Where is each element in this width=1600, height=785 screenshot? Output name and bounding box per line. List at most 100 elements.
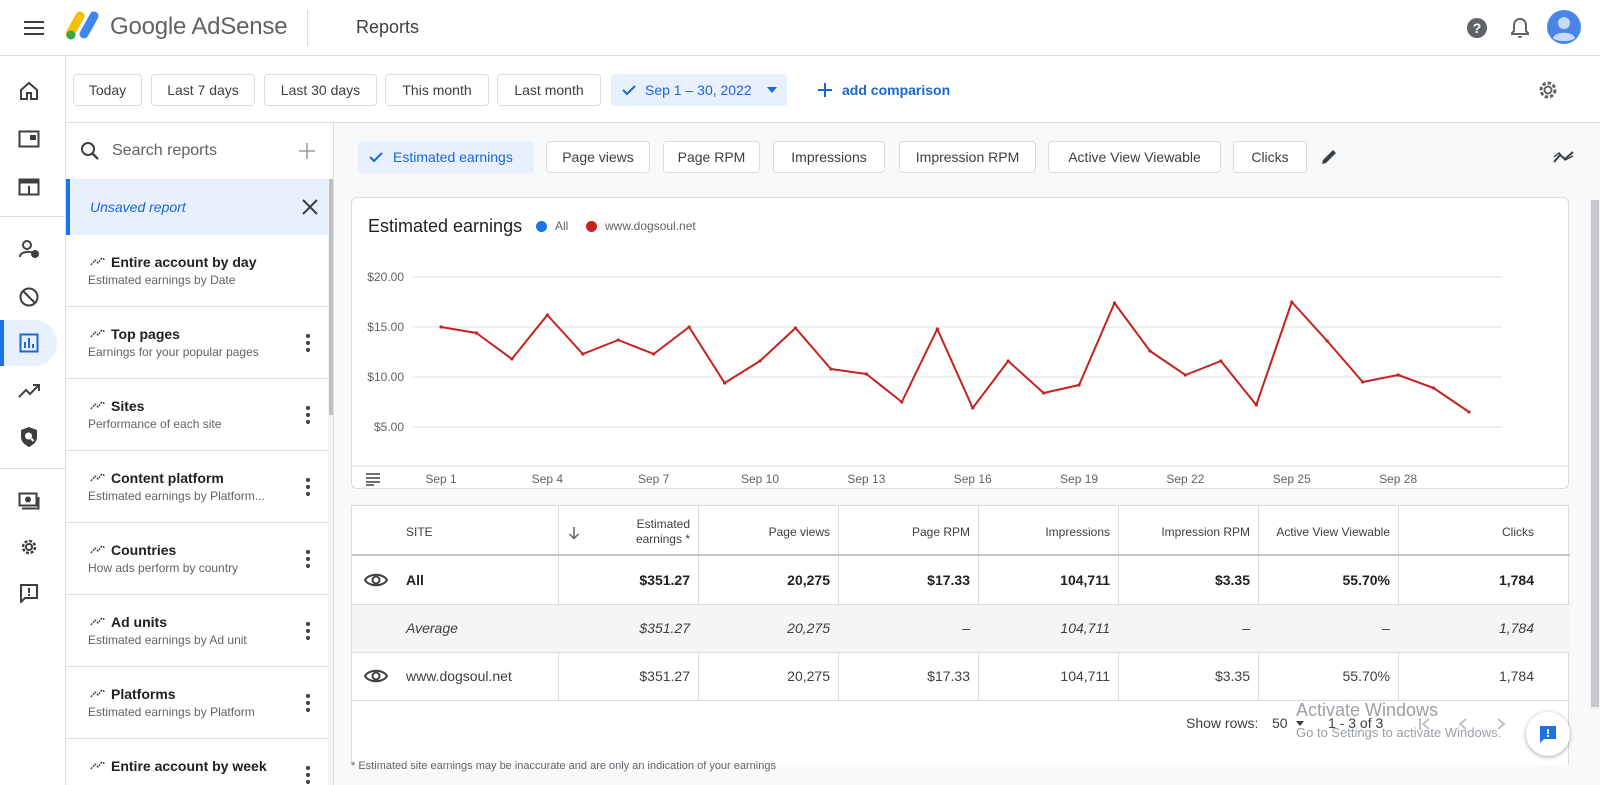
header-divider <box>307 10 308 46</box>
more-vert-icon[interactable] <box>302 477 314 497</box>
date-chip-last-7-days[interactable]: Last 7 days <box>151 74 255 106</box>
first-page-icon[interactable] <box>1418 717 1432 731</box>
data-point <box>1290 300 1294 304</box>
sidebar-scrollbar[interactable] <box>329 179 333 415</box>
privacy-messaging-icon[interactable] <box>0 226 57 272</box>
data-point <box>545 313 549 317</box>
close-icon[interactable] <box>300 197 320 217</box>
payments-icon[interactable] <box>0 478 57 524</box>
settings-gear-icon[interactable] <box>0 524 57 570</box>
edit-metrics-pencil-icon[interactable] <box>1319 147 1339 167</box>
cell-impressions: 104,711 <box>1060 620 1110 636</box>
dropdown-arrow-icon <box>1295 720 1304 726</box>
header-page-views[interactable]: Page views <box>698 525 830 539</box>
sparkline-icon <box>90 329 106 338</box>
cell-page-rpm: $17.33 <box>927 572 970 588</box>
previous-page-icon[interactable] <box>1456 717 1470 731</box>
next-page-icon[interactable] <box>1494 717 1508 731</box>
date-chip-this-month[interactable]: This month <box>385 74 489 106</box>
chart-type-icon[interactable] <box>1553 150 1575 164</box>
x-tick-label: Sep 7 <box>638 472 670 486</box>
more-vert-icon[interactable] <box>302 621 314 641</box>
metric-chip-page-rpm[interactable]: Page RPM <box>663 141 760 173</box>
unsaved-report-item[interactable]: Unsaved report <box>66 179 328 235</box>
cell-clicks: 1,784 <box>1498 572 1534 588</box>
date-chip-today[interactable]: Today <box>73 74 142 106</box>
header-site[interactable]: SITE <box>406 525 433 539</box>
notifications-bell-icon[interactable] <box>1506 14 1534 42</box>
report-subtitle: Estimated earnings by Ad unit <box>88 633 247 647</box>
header-impressions[interactable]: Impressions <box>978 525 1110 539</box>
more-vert-icon[interactable] <box>302 333 314 353</box>
header-clicks[interactable]: Clicks <box>1398 525 1534 539</box>
metric-chip-page-views[interactable]: Page views <box>546 141 650 173</box>
visibility-eye-icon[interactable] <box>364 568 388 592</box>
cell-active-view: 55.70% <box>1342 668 1390 684</box>
header-impression-rpm[interactable]: Impression RPM <box>1118 525 1250 539</box>
data-point <box>510 357 514 361</box>
x-tick-label: Sep 1 <box>425 472 457 486</box>
table-row-total: All $351.27 20,275 $17.33 104,711 $3.35 … <box>352 556 1570 604</box>
adsense-logo-icon <box>66 10 102 40</box>
data-point <box>722 381 727 385</box>
search-input[interactable] <box>112 137 282 165</box>
more-vert-icon[interactable] <box>302 549 314 569</box>
page-title: Reports <box>356 17 420 37</box>
svg-text:?: ? <box>1473 20 1482 36</box>
new-report-plus-icon[interactable] <box>298 142 316 160</box>
sites-icon[interactable] <box>0 116 57 162</box>
report-title: Platforms <box>111 686 176 702</box>
metric-chip-estimated-earnings[interactable]: Estimated earnings <box>358 141 534 173</box>
report-item-entire-account-by-week[interactable]: Entire account by week <box>66 739 328 785</box>
cell-site: Average <box>406 620 458 636</box>
series-line-dogsoul <box>440 301 1470 413</box>
report-settings-gear-icon[interactable] <box>1536 78 1560 102</box>
metric-chip-impression-rpm[interactable]: Impression RPM <box>899 141 1036 173</box>
cell-site[interactable]: www.dogsoul.net <box>406 668 512 684</box>
optimization-trending-icon[interactable] <box>0 368 57 414</box>
report-item-top-pages[interactable]: Top pages Earnings for your popular page… <box>66 307 328 379</box>
header-active-view-viewable[interactable]: Active View Viewable <box>1258 525 1390 539</box>
ads-icon[interactable] <box>0 164 57 210</box>
report-item-countries[interactable]: Countries How ads perform by country <box>66 523 328 595</box>
metric-chip-active-view-viewable[interactable]: Active View Viewable <box>1048 141 1221 173</box>
y-tick-label: $20.00 <box>367 270 404 284</box>
reports-icon[interactable] <box>0 320 57 366</box>
data-table-toggle-icon[interactable] <box>365 472 381 486</box>
report-subtitle: Estimated earnings by Platform... <box>88 489 265 503</box>
feedback-icon[interactable] <box>0 570 57 616</box>
estimate-footnote: * Estimated site earnings may be inaccur… <box>351 760 776 772</box>
date-chip-last-30-days[interactable]: Last 30 days <box>264 74 377 106</box>
home-icon[interactable] <box>0 68 57 114</box>
metric-chip-impressions[interactable]: Impressions <box>773 141 885 173</box>
account-avatar[interactable] <box>1547 10 1581 44</box>
main-menu-icon[interactable] <box>20 14 48 42</box>
rows-per-page-select[interactable]: 50 <box>1272 715 1304 731</box>
metric-chip-clicks[interactable]: Clicks <box>1233 141 1307 173</box>
header-page-rpm[interactable]: Page RPM <box>838 525 970 539</box>
visibility-eye-icon[interactable] <box>364 664 388 688</box>
more-vert-icon[interactable] <box>302 765 314 785</box>
help-icon[interactable]: ? <box>1463 14 1491 42</box>
report-item-sites[interactable]: Sites Performance of each site <box>66 379 328 451</box>
send-feedback-button[interactable] <box>1526 712 1570 756</box>
cell-page-views: 20,275 <box>787 620 830 636</box>
data-point <box>687 325 691 329</box>
report-item-platforms[interactable]: Platforms Estimated earnings by Platform <box>66 667 328 739</box>
more-vert-icon[interactable] <box>302 405 314 425</box>
cell-earnings: $351.27 <box>639 620 690 636</box>
policy-center-icon[interactable] <box>0 414 57 460</box>
date-chip-last-month[interactable]: Last month <box>497 74 601 106</box>
blocking-controls-icon[interactable] <box>0 274 57 320</box>
report-item-entire-account-by-day[interactable]: Entire account by day Estimated earnings… <box>66 235 328 307</box>
sort-arrow-down-icon[interactable] <box>568 526 580 540</box>
more-vert-icon[interactable] <box>302 693 314 713</box>
cell-page-rpm: $17.33 <box>927 668 970 684</box>
date-range-picker[interactable]: Sep 1 – 30, 2022 <box>611 74 787 106</box>
report-item-content-platform[interactable]: Content platform Estimated earnings by P… <box>66 451 328 523</box>
add-comparison-button[interactable]: add comparison <box>818 74 950 106</box>
page-scrollbar[interactable] <box>1591 200 1599 707</box>
report-title: Ad units <box>111 614 167 630</box>
report-item-ad-units[interactable]: Ad units Estimated earnings by Ad unit <box>66 595 328 667</box>
header-estimated-earnings[interactable]: Estimated earnings * <box>612 517 690 547</box>
